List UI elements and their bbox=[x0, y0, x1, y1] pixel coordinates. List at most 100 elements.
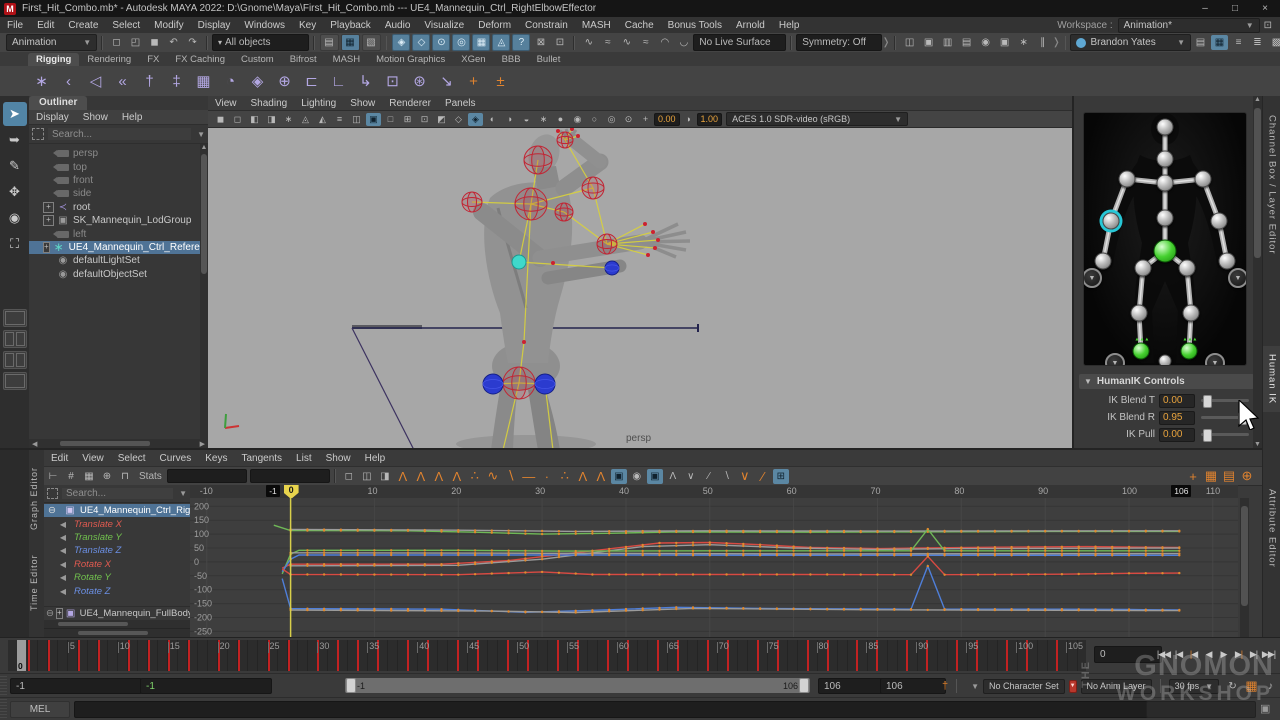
graph-key-icon-24[interactable]: ⊞ bbox=[773, 469, 789, 484]
render-icon-2[interactable]: ▥ bbox=[939, 35, 956, 50]
character-set-dropdown[interactable]: No Character Set bbox=[983, 679, 1065, 694]
playback-end-field[interactable]: 106 bbox=[818, 678, 884, 694]
snap-icon-3[interactable]: ◎ bbox=[452, 34, 470, 51]
outliner-item-front[interactable]: front bbox=[29, 174, 208, 187]
filter-icon[interactable] bbox=[47, 488, 58, 499]
character-key-icon[interactable]: † bbox=[942, 680, 948, 692]
script-editor-icon[interactable]: ▣ bbox=[1260, 702, 1270, 715]
viewport-icon-0[interactable]: ◼ bbox=[213, 113, 228, 126]
graph-key-icon-22[interactable]: ∨ bbox=[737, 469, 753, 484]
graph-tool-icon-3[interactable]: ⊕ bbox=[99, 469, 115, 484]
render-icon-5[interactable]: ▣ bbox=[996, 35, 1013, 50]
fps-dropdown[interactable]: 30 fps▼ bbox=[1169, 679, 1219, 694]
maximize-button[interactable]: □ bbox=[1220, 3, 1250, 14]
current-time-indicator[interactable]: 0 bbox=[17, 640, 26, 671]
graph-tool-icon-1[interactable]: # bbox=[63, 469, 79, 484]
render-icon-4[interactable]: ◉ bbox=[977, 35, 994, 50]
picker-joint-right-shoulder[interactable] bbox=[1195, 171, 1212, 188]
user-account-dropdown[interactable]: Brandon Yates ▼ bbox=[1070, 34, 1191, 51]
shelf-icon-2[interactable]: ◁ bbox=[83, 69, 108, 94]
menu-constrain[interactable]: Constrain bbox=[518, 20, 575, 31]
gamma-field[interactable]: 1.00 bbox=[697, 113, 723, 126]
graph-plot-area[interactable]: 200150100500-50-100-150-200-250 bbox=[190, 498, 1238, 637]
construction-icon-2[interactable]: ∿ bbox=[618, 35, 635, 50]
shelf-tab-bullet[interactable]: Bullet bbox=[529, 53, 569, 66]
mel-command-input[interactable] bbox=[74, 701, 1152, 718]
picker-joint-right-foot-arrow[interactable]: ▼ bbox=[1105, 353, 1125, 366]
outliner-item-top[interactable]: top bbox=[29, 160, 208, 173]
symmetry-field[interactable]: Symmetry: Off bbox=[796, 34, 882, 51]
menu-audio[interactable]: Audio bbox=[378, 20, 418, 31]
viewport-icon-21[interactable]: ◉ bbox=[570, 113, 585, 126]
menu-help[interactable]: Help bbox=[358, 453, 393, 464]
graph-key-icon-21[interactable]: ∖ bbox=[719, 469, 735, 484]
keyframe-tick-17[interactable] bbox=[188, 640, 190, 671]
exposure-icon[interactable]: + bbox=[638, 113, 653, 126]
shelf-tab-rigging[interactable]: Rigging bbox=[28, 53, 79, 66]
render-icon-1[interactable]: ▣ bbox=[920, 35, 937, 50]
sidebar-toggle-icon-2[interactable]: ≡ bbox=[1230, 35, 1247, 50]
construction-icon-3[interactable]: ≈ bbox=[637, 35, 654, 50]
viewport-icon-20[interactable]: ● bbox=[553, 113, 568, 126]
anim-layer-dropdown[interactable]: No Anim Layer bbox=[1081, 679, 1152, 694]
menu-select[interactable]: Select bbox=[105, 20, 147, 31]
graph-key-icon-17[interactable]: ▣ bbox=[647, 469, 663, 484]
shelf-icon-17[interactable]: ± bbox=[488, 69, 513, 94]
picker-joint-hips[interactable] bbox=[1154, 240, 1177, 263]
graph-key-icon-15[interactable]: ▣ bbox=[611, 469, 627, 484]
keyframe-tick-3[interactable] bbox=[48, 640, 50, 671]
outliner-item-SK_Mannequin_LodGroup[interactable]: +▣SK_Mannequin_LodGroup bbox=[29, 214, 208, 227]
current-frame-field[interactable]: 0 bbox=[1094, 646, 1162, 663]
shelf-tab-rendering[interactable]: Rendering bbox=[79, 53, 139, 66]
viewport-icon-13[interactable]: ◩ bbox=[434, 113, 449, 126]
slider-value-field[interactable]: 0.00 bbox=[1159, 428, 1195, 442]
viewport-icon-16[interactable]: ◐ bbox=[485, 113, 500, 126]
keyframe-tick-6[interactable] bbox=[78, 640, 80, 671]
picker-joint-left-knee[interactable] bbox=[1183, 305, 1200, 322]
shelf-icon-9[interactable]: ⊕ bbox=[272, 69, 297, 94]
transport-button-2[interactable]: |◀ bbox=[1186, 644, 1201, 664]
transport-button-3[interactable]: ◀ bbox=[1201, 644, 1216, 664]
menu-mash[interactable]: MASH bbox=[575, 20, 618, 31]
minimize-button[interactable]: – bbox=[1190, 3, 1220, 14]
menu-windows[interactable]: Windows bbox=[237, 20, 292, 31]
picker-joint-right-knee[interactable] bbox=[1131, 305, 1148, 322]
graph-extra-icon-0[interactable]: + bbox=[1185, 469, 1201, 484]
history-icon-1[interactable]: ⊡ bbox=[551, 35, 568, 50]
menu-view[interactable]: View bbox=[208, 98, 244, 109]
menu-file[interactable]: File bbox=[0, 20, 30, 31]
layout-single-button[interactable] bbox=[3, 309, 27, 327]
gamma-icon[interactable]: ◑ bbox=[681, 113, 696, 126]
menu-view[interactable]: View bbox=[75, 453, 111, 464]
outliner-item-defaultLightSet[interactable]: ◉defaultLightSet bbox=[29, 254, 208, 267]
viewport-icon-22[interactable]: ○ bbox=[587, 113, 602, 126]
mute-icon[interactable]: ◀ bbox=[58, 546, 68, 555]
mute-icon[interactable]: ◀ bbox=[58, 520, 68, 529]
picker-joint-left-elbow[interactable] bbox=[1211, 213, 1228, 230]
shelf-icon-10[interactable]: ⊏ bbox=[299, 69, 324, 94]
shelf-icon-4[interactable]: † bbox=[137, 69, 162, 94]
graph-key-icon-23[interactable]: ∕ bbox=[755, 469, 771, 484]
keyframe-tick-89[interactable] bbox=[906, 640, 908, 671]
viewport-icon-2[interactable]: ◧ bbox=[247, 113, 262, 126]
outliner-tab[interactable]: Outliner bbox=[29, 96, 87, 110]
menu-renderer[interactable]: Renderer bbox=[382, 98, 438, 109]
search-input[interactable]: Search... bbox=[62, 488, 173, 499]
playback-start-field[interactable]: -1 bbox=[140, 678, 272, 694]
graph-key-icon-14[interactable]: Λ bbox=[593, 469, 609, 484]
graph-vscrollbar[interactable] bbox=[1240, 498, 1249, 637]
construction-icon-0[interactable]: ∿ bbox=[580, 35, 597, 50]
rotate-tool[interactable]: ◉ bbox=[3, 206, 27, 230]
range-slider-bar[interactable]: -1 106 bbox=[345, 678, 810, 693]
picker-joint-left-hip[interactable] bbox=[1179, 260, 1196, 277]
transport-button-1[interactable]: |◀ bbox=[1171, 644, 1186, 664]
graph-extra-icon-1[interactable]: ▦ bbox=[1203, 469, 1219, 484]
exposure-field[interactable]: 0.00 bbox=[654, 113, 680, 126]
keyframe-tick-99[interactable] bbox=[1006, 640, 1008, 671]
graph-channel-rotate-z[interactable]: ◀Rotate Z bbox=[44, 584, 190, 597]
shelf-icon-16[interactable]: + bbox=[461, 69, 486, 94]
picker-joint-left-hand[interactable] bbox=[1219, 253, 1236, 270]
anim-layer-icon[interactable]: ▼ bbox=[1069, 680, 1077, 693]
picker-joint-left-hand-arrow[interactable]: ▼ bbox=[1228, 268, 1247, 288]
menu-help[interactable]: Help bbox=[772, 20, 807, 31]
